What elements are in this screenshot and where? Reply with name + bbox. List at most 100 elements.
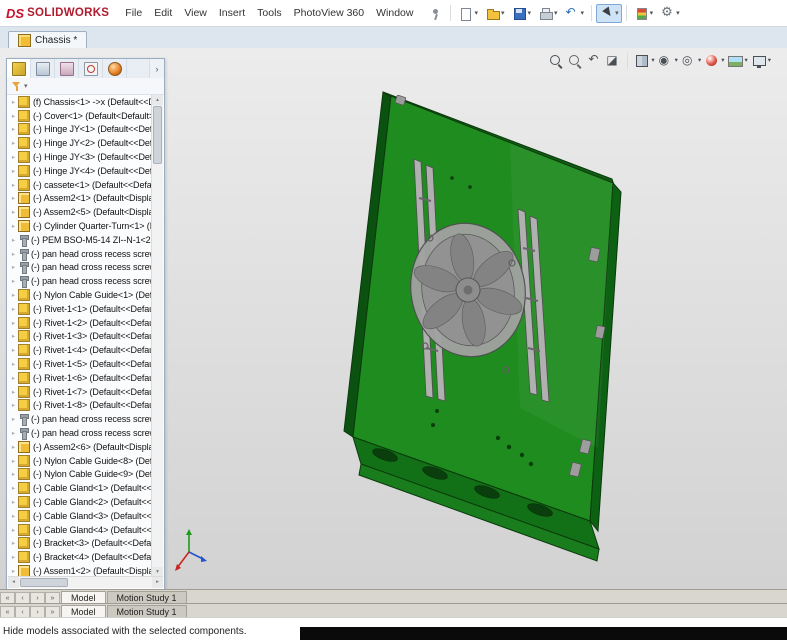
view-settings-button[interactable]: ▾ bbox=[751, 53, 771, 69]
tree-item[interactable]: ▸ (-) pan head cross recess screw_is bbox=[8, 412, 152, 427]
expand-arrow-icon[interactable]: ▸ bbox=[9, 346, 18, 354]
tree-item[interactable]: ▸ (-) pan head cross recess screw_is bbox=[8, 426, 152, 441]
expand-arrow-icon[interactable]: ▸ bbox=[9, 125, 18, 133]
new-document-button[interactable]: ▾ bbox=[455, 4, 481, 23]
expand-arrow-icon[interactable]: ▸ bbox=[9, 429, 18, 437]
menu-edit[interactable]: Edit bbox=[148, 7, 178, 19]
expand-arrow-icon[interactable]: ▸ bbox=[9, 305, 18, 313]
tree-item[interactable]: ▸ (-) Rivet-1<5> (Default<<Default bbox=[8, 357, 152, 371]
zoom-to-fit-button[interactable] bbox=[548, 53, 564, 69]
expand-arrow-icon[interactable]: ▸ bbox=[9, 498, 18, 506]
zoom-to-area-button[interactable] bbox=[567, 53, 583, 69]
scroll-up-button[interactable]: ▴ bbox=[152, 95, 163, 105]
tree-item[interactable]: ▸ (-) pan head cross recess screw_is bbox=[8, 247, 152, 261]
edit-appearance-button[interactable]: ▾ bbox=[704, 53, 724, 69]
featuremanager-tab[interactable] bbox=[7, 59, 31, 78]
tree-item[interactable]: ▸ (-) Rivet-1<4> (Default<<Default bbox=[8, 343, 152, 357]
tree-item[interactable]: ▸ (-) Bracket<4> (Default<<Default bbox=[8, 550, 152, 564]
section-view-button[interactable] bbox=[605, 53, 621, 69]
propertymanager-tab[interactable] bbox=[31, 59, 55, 78]
tree-item[interactable]: ▸ (-) Rivet-1<3> (Default<<Default bbox=[8, 330, 152, 344]
tree-horizontal-scrollbar[interactable]: ◂ ▸ bbox=[8, 576, 163, 588]
tree-item[interactable]: ▸ (-) Bracket<3> (Default<<Default bbox=[8, 537, 152, 551]
expand-arrow-icon[interactable]: ▸ bbox=[9, 457, 18, 465]
expand-arrow-icon[interactable]: ▸ bbox=[9, 167, 18, 175]
displaymanager-tab[interactable] bbox=[103, 59, 127, 78]
expand-arrow-icon[interactable]: ▸ bbox=[9, 319, 18, 327]
expand-arrow-icon[interactable]: ▸ bbox=[9, 263, 18, 271]
tree-vertical-scrollbar[interactable]: ▴ ▾ bbox=[151, 95, 163, 577]
tree-item[interactable]: ▸ (-) pan head cross recess screw_is bbox=[8, 261, 152, 275]
apply-scene-button[interactable]: ▾ bbox=[727, 53, 748, 69]
tree-item[interactable]: ▸ (-) Hinge JY<2> (Default<<Defa bbox=[8, 136, 152, 150]
expand-arrow-icon[interactable]: ▸ bbox=[9, 360, 18, 368]
expand-arrow-icon[interactable]: ▸ bbox=[9, 139, 18, 147]
expand-arrow-icon[interactable]: ▸ bbox=[9, 553, 18, 561]
expand-arrow-icon[interactable]: ▸ bbox=[9, 470, 18, 478]
tree-item[interactable]: ▸ (-) Cable Gland<2> (Default<<D bbox=[8, 495, 152, 509]
tree-item[interactable]: ▸ (-) Rivet-1<1> (Default<<Default bbox=[8, 302, 152, 316]
tree-filter-row[interactable]: ▾ bbox=[7, 78, 164, 95]
tree-item[interactable]: ▸ (-) Cable Gland<4> (Default<<D bbox=[8, 523, 152, 537]
menu-insert[interactable]: Insert bbox=[213, 7, 251, 19]
tree-item[interactable]: ▸ (-) Rivet-1<7> (Default<<Default bbox=[8, 385, 152, 399]
tree-item[interactable]: ▸ (-) Rivet-1<8> (Default<<Default bbox=[8, 399, 152, 413]
tree-item[interactable]: ▸ (-) Hinge JY<4> (Default<<Defa bbox=[8, 164, 152, 178]
tree-item[interactable]: ▸ (-) Assem2<1> (Default<Display bbox=[8, 192, 152, 206]
expand-arrow-icon[interactable]: ▸ bbox=[9, 222, 18, 230]
expand-arrow-icon[interactable]: ▸ bbox=[9, 567, 18, 575]
scroll-right-button[interactable]: ▸ bbox=[152, 577, 163, 588]
pin-menu-button[interactable] bbox=[425, 4, 446, 23]
view-orientation-button[interactable]: ▾ bbox=[634, 53, 655, 69]
expand-arrow-icon[interactable]: ▸ bbox=[9, 277, 18, 285]
display-style-button[interactable]: ▾ bbox=[658, 53, 678, 69]
tree-item[interactable]: ▸ (-) PEM BSO-M5-14 ZI--N-1<2> bbox=[8, 233, 152, 247]
tree-item[interactable]: ▸ (-) Cable Gland<3> (Default<<D bbox=[8, 509, 152, 523]
expand-arrow-icon[interactable]: ▸ bbox=[9, 374, 18, 382]
tree-item[interactable]: ▸ (-) cassete<1> (Default<<Default bbox=[8, 178, 152, 192]
menu-file[interactable]: File bbox=[119, 7, 148, 19]
scroll-left-button[interactable]: ◂ bbox=[8, 577, 19, 588]
document-tab-chassis[interactable]: Chassis * bbox=[8, 31, 88, 49]
menu-window[interactable]: Window bbox=[370, 7, 419, 19]
expand-arrow-icon[interactable]: ▸ bbox=[9, 112, 18, 120]
expand-arrow-icon[interactable]: ▸ bbox=[9, 291, 18, 299]
tree-item[interactable]: ▸ (-) Assem2<5> (Default<Display bbox=[8, 205, 152, 219]
tree-item[interactable]: ▸ (-) Rivet-1<2> (Default<<Default bbox=[8, 316, 152, 330]
expand-arrow-icon[interactable]: ▸ bbox=[9, 401, 18, 409]
dimxpertmanager-tab[interactable] bbox=[79, 59, 103, 78]
vertical-scroll-thumb[interactable] bbox=[153, 106, 162, 164]
tree-item[interactable]: ▸ (-) Cable Gland<1> (Default<<D bbox=[8, 481, 152, 495]
tree-item[interactable]: ▸ (-) pan head cross recess screw_is bbox=[8, 274, 152, 289]
expand-arrow-icon[interactable]: ▸ bbox=[9, 250, 18, 258]
expand-arrow-icon[interactable]: ▸ bbox=[9, 526, 18, 534]
tree-item[interactable]: ▸ (-) Hinge JY<1> (Default<<Defa bbox=[8, 123, 152, 137]
menu-tools[interactable]: Tools bbox=[251, 7, 288, 19]
tree-item[interactable]: ▸ (-) Nylon Cable Guide<9> (Defau bbox=[8, 468, 152, 482]
expand-arrow-icon[interactable]: ▸ bbox=[9, 194, 18, 202]
options-gear-button[interactable]: ▾ bbox=[657, 4, 683, 23]
tree-item[interactable]: ▸ (-) Assem2<6> (Default<Display bbox=[8, 440, 152, 454]
tree-item[interactable]: ▸ (-) Rivet-1<6> (Default<<Default bbox=[8, 371, 152, 385]
open-document-button[interactable]: ▾ bbox=[482, 4, 508, 23]
tree-item[interactable]: ▸ (-) Cylinder Quarter-Turn<1> (De bbox=[8, 219, 152, 233]
tree-item[interactable]: ▸ (-) Hinge JY<3> (Default<<Defa bbox=[8, 150, 152, 164]
panel-flyout-button[interactable]: › bbox=[149, 59, 164, 78]
expand-arrow-icon[interactable]: ▸ bbox=[9, 153, 18, 161]
expand-arrow-icon[interactable]: ▸ bbox=[9, 208, 18, 216]
expand-arrow-icon[interactable]: ▸ bbox=[9, 415, 18, 423]
menu-photoview-360[interactable]: PhotoView 360 bbox=[288, 7, 370, 19]
expand-arrow-icon[interactable]: ▸ bbox=[9, 388, 18, 396]
expand-arrow-icon[interactable]: ▸ bbox=[9, 512, 18, 520]
menu-view[interactable]: View bbox=[178, 7, 213, 19]
expand-arrow-icon[interactable]: ▸ bbox=[9, 236, 18, 244]
expand-arrow-icon[interactable]: ▸ bbox=[9, 181, 18, 189]
print-button[interactable]: ▾ bbox=[535, 4, 561, 23]
configurationmanager-tab[interactable] bbox=[55, 59, 79, 78]
previous-view-button[interactable] bbox=[586, 52, 602, 69]
rebuild-button[interactable]: ▾ bbox=[631, 4, 657, 23]
expand-arrow-icon[interactable]: ▸ bbox=[9, 332, 18, 340]
undo-button[interactable]: ▾ bbox=[562, 4, 588, 23]
tree-item[interactable]: ▸ (f) Chassis<1> ->x (Default<<De bbox=[8, 95, 152, 109]
hide-show-items-button[interactable]: ▾ bbox=[681, 53, 701, 69]
